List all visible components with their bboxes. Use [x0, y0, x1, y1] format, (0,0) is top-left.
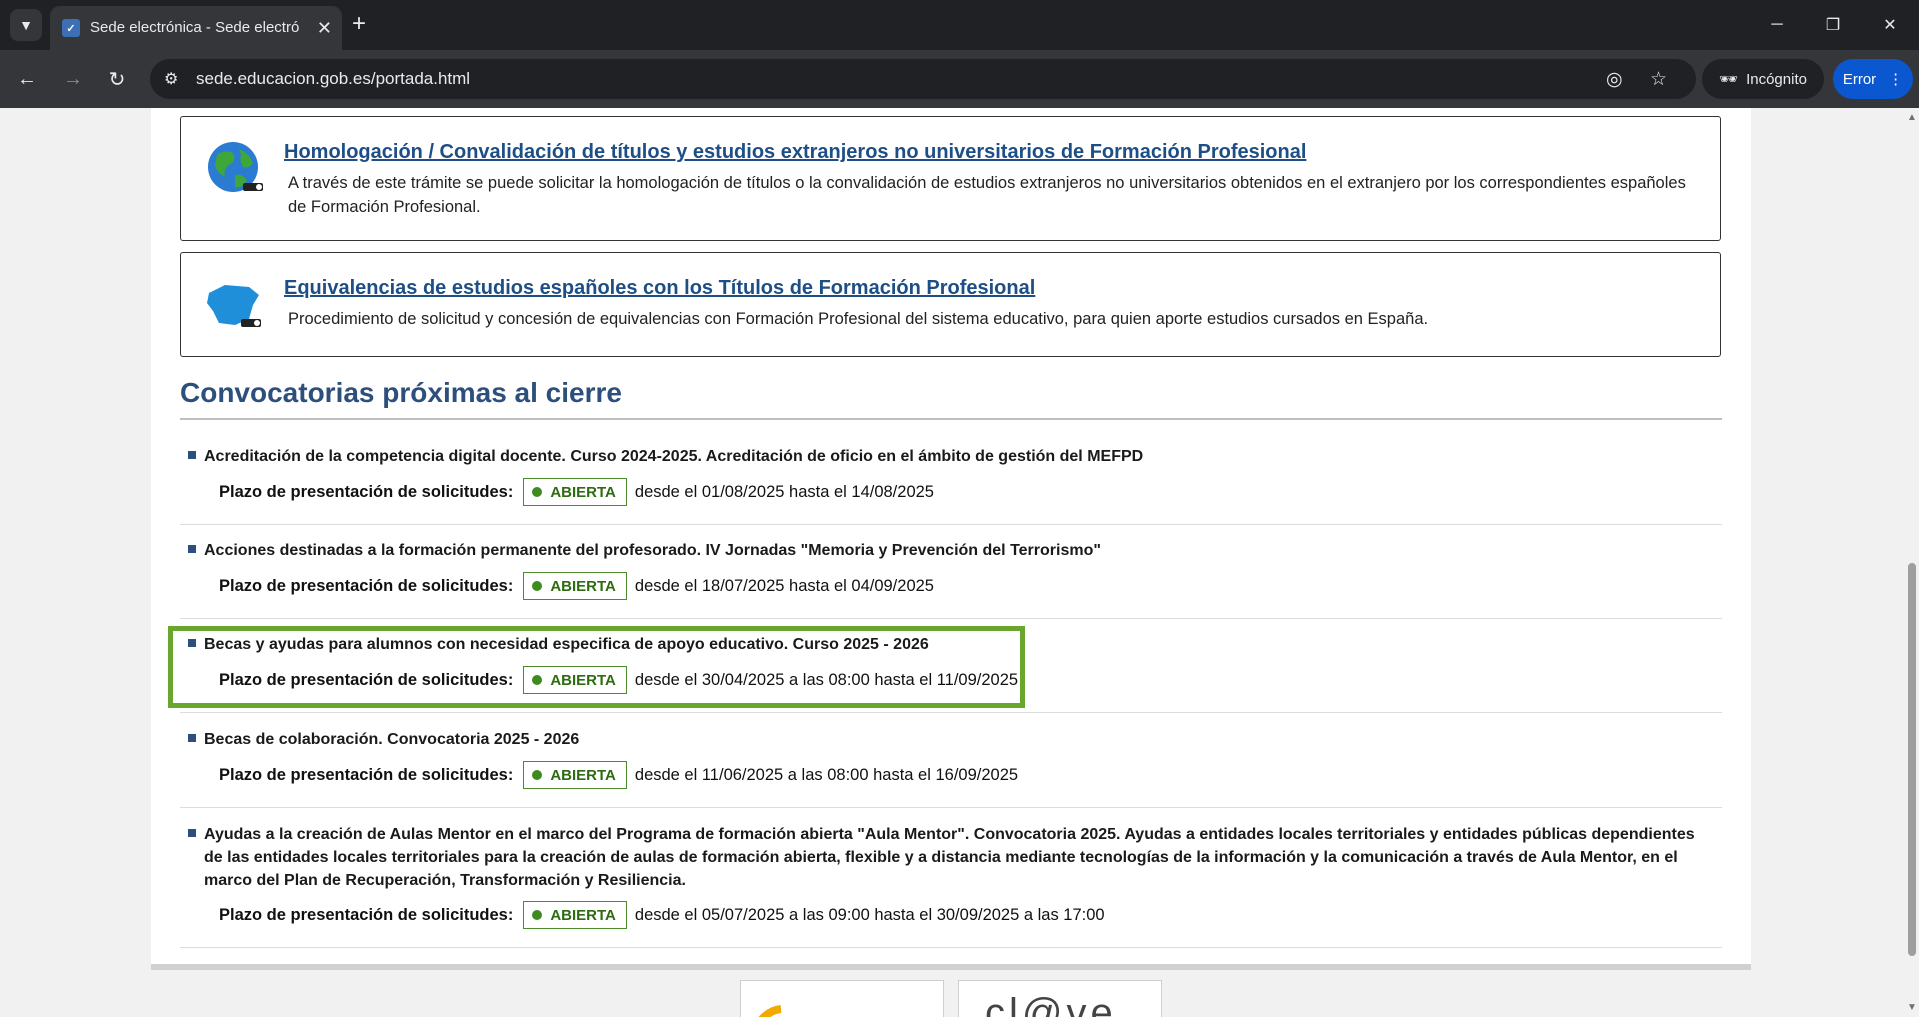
status-dot-icon [532, 770, 543, 780]
url-text[interactable]: sede.educacion.gob.es/portada.html [196, 69, 470, 89]
minimize-window-button[interactable]: ─ [1757, 10, 1797, 40]
spain-map-icon [207, 285, 261, 327]
service-box-equivalencias: Equivalencias de estudios españoles con … [180, 252, 1721, 357]
scrollbar-thumb[interactable] [1908, 563, 1916, 956]
page-scrollbar[interactable]: ▲ ▼ [1905, 108, 1919, 1017]
bookmark-star-icon[interactable]: ☆ [1650, 68, 1667, 91]
service-description: A través de este trámite se puede solici… [288, 174, 1686, 216]
plazo-label: Plazo de presentación de solicitudes: [219, 482, 514, 501]
status-dot-icon [532, 581, 543, 591]
dnie-logo-icon [758, 1005, 782, 1017]
status-badge: ABIERTA [523, 901, 627, 929]
site-favicon-icon: ✓ [62, 19, 80, 37]
status-text: ABIERTA [550, 577, 616, 595]
plazo-row: Plazo de presentación de solicitudes: AB… [219, 760, 1018, 790]
profile-error-button[interactable]: Error ⋮ [1833, 59, 1913, 99]
browser-tab-active[interactable]: ✓ Sede electrónica - Sede electrónica ✕ [50, 6, 342, 50]
tab-search-button[interactable]: ▼ [10, 9, 42, 41]
status-text: ABIERTA [550, 906, 616, 924]
bullet-icon [188, 734, 196, 742]
bullet-icon [188, 451, 196, 459]
convocatoria-item: Acreditación de la competencia digital d… [180, 441, 1722, 525]
restore-icon: ❐ [1825, 17, 1841, 34]
restore-window-button[interactable]: ❐ [1813, 10, 1853, 40]
browser-tab-bar: ▼ ✓ Sede electrónica - Sede electrónica … [0, 0, 1919, 50]
plazo-row: Plazo de presentación de solicitudes: AB… [219, 477, 934, 507]
eye-off-icon[interactable]: ◎ [1606, 68, 1623, 91]
service-description: Procedimiento de solicitud y concesión d… [288, 310, 1429, 328]
new-tab-button[interactable]: + [352, 11, 366, 37]
plazo-label: Plazo de presentación de solicitudes: [219, 576, 514, 595]
arrow-left-icon: ← [17, 67, 37, 90]
chevron-down-icon: ▼ [19, 17, 33, 33]
convocatoria-link[interactable]: Ayudas a la creación de Aulas Mentor en … [204, 823, 1714, 892]
section-divider [180, 418, 1722, 420]
reload-icon: ↻ [108, 68, 126, 91]
bullet-icon [188, 829, 196, 837]
service-link-equivalencias[interactable]: Equivalencias de estudios españoles con … [284, 277, 1035, 300]
error-label: Error [1842, 70, 1877, 88]
convocatoria-link[interactable]: Acreditación de la competencia digital d… [204, 445, 1714, 468]
back-button[interactable]: ← [12, 64, 42, 94]
highlight-annotation [168, 626, 1025, 708]
scroll-down-icon[interactable]: ▼ [1907, 1002, 1917, 1013]
status-dot-icon [532, 910, 543, 920]
convocatoria-item: Acciones destinadas a la formación perma… [180, 535, 1722, 619]
plazo-label: Plazo de presentación de solicitudes: [219, 765, 514, 784]
close-window-button[interactable]: ✕ [1870, 10, 1910, 40]
forward-button[interactable]: → [58, 64, 88, 94]
bullet-icon [188, 545, 196, 553]
section-title: Convocatorias próximas al cierre [180, 377, 622, 408]
plazo-row: Plazo de presentación de solicitudes: AB… [219, 900, 1105, 930]
convocatoria-link[interactable]: Acciones destinadas a la formación perma… [204, 539, 1714, 562]
content-bottom-border [151, 964, 1751, 970]
status-badge: ABIERTA [523, 572, 627, 600]
status-dot-icon [532, 487, 543, 497]
tab-title: Sede electrónica - Sede electrónica [90, 19, 300, 36]
convocatoria-item: Ayudas a la creación de Aulas Mentor en … [180, 819, 1722, 948]
convocatoria-link[interactable]: Becas de colaboración. Convocatoria 2025… [204, 728, 1714, 751]
more-vert-icon: ⋮ [1888, 71, 1904, 88]
status-text: ABIERTA [550, 766, 616, 784]
clave-logo-text: cl@ve [985, 991, 1117, 1017]
arrow-right-icon: → [63, 67, 83, 90]
status-badge: ABIERTA [523, 478, 627, 506]
reload-button[interactable]: ↻ [102, 64, 132, 94]
plazo-dates: desde el 05/07/2025 a las 09:00 hasta el… [634, 905, 1105, 924]
status-badge: ABIERTA [523, 761, 627, 789]
address-bar[interactable]: ⚙ sede.educacion.gob.es/portada.html ◎ ☆ [150, 59, 1696, 99]
incognito-indicator[interactable]: 🕶 Incógnito [1702, 59, 1824, 99]
footer-logo-clave[interactable]: cl@ve [958, 980, 1162, 1017]
close-icon: ✕ [1883, 17, 1897, 34]
tab-close-icon[interactable]: ✕ [317, 17, 332, 39]
convocatoria-item: Becas de colaboración. Convocatoria 2025… [180, 724, 1722, 808]
minimize-icon: ─ [1771, 16, 1783, 33]
plazo-dates: desde el 18/07/2025 hasta el 04/09/2025 [634, 576, 934, 595]
service-link-homologacion[interactable]: Homologación / Convalidación de títulos … [284, 141, 1306, 164]
globe-icon [208, 142, 263, 192]
browser-toolbar: ← → ↻ ⚙ sede.educacion.gob.es/portada.ht… [0, 50, 1919, 108]
site-settings-icon[interactable]: ⚙ [164, 69, 178, 89]
incognito-label: Incógnito [1746, 70, 1807, 88]
status-text: ABIERTA [550, 483, 616, 501]
plazo-dates: desde el 01/08/2025 hasta el 14/08/2025 [634, 482, 934, 501]
plazo-dates: desde el 11/06/2025 a las 08:00 hasta el… [634, 765, 1019, 784]
incognito-icon: 🕶 [1719, 71, 1739, 88]
plazo-row: Plazo de presentación de solicitudes: AB… [219, 571, 934, 601]
footer-logo-dnie[interactable] [740, 980, 944, 1017]
service-box-homologacion: Homologación / Convalidación de títulos … [180, 116, 1721, 241]
page-viewport: Homologación / Convalidación de títulos … [0, 108, 1905, 1017]
scroll-up-icon[interactable]: ▲ [1907, 112, 1917, 123]
plazo-label: Plazo de presentación de solicitudes: [219, 905, 514, 924]
